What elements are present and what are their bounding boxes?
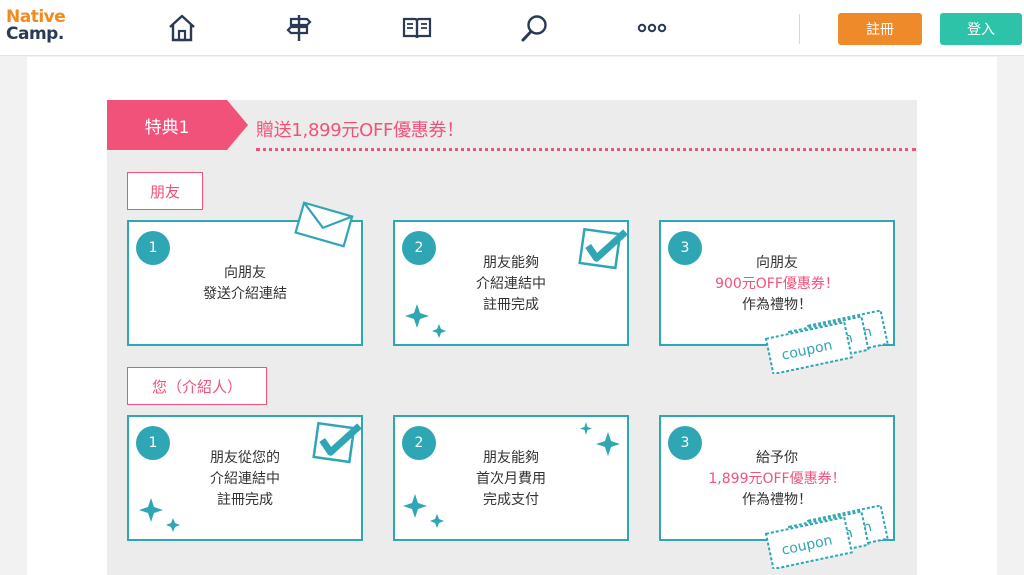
benefit-tag: 特典1 xyxy=(107,100,227,150)
checkbox-check-icon xyxy=(311,418,363,470)
step-text: 向朋友 900元OFF優惠券！ 作為禮物！ xyxy=(661,253,893,316)
sparkle-icon xyxy=(576,420,620,464)
step-text-line: 介紹連結中 xyxy=(476,276,546,292)
logo-line2: Camp. xyxy=(6,24,64,44)
header-divider xyxy=(799,14,800,44)
coupon-stack-icon: n n coupon xyxy=(760,504,896,573)
book-icon[interactable] xyxy=(400,11,434,45)
step-text-line: 首次月費用 xyxy=(476,471,546,487)
step-text-line: 向朋友 xyxy=(756,255,798,271)
headline-dotted-underline xyxy=(256,148,916,151)
sparkle-icon xyxy=(139,496,183,540)
step-text: 向朋友 發送介紹連結 xyxy=(129,263,361,305)
step-text-line: 給予你 xyxy=(756,450,798,466)
sparkle-icon xyxy=(405,302,449,346)
step-text-highlight: 1,899元OFF優惠券！ xyxy=(708,471,846,487)
more-icon[interactable] xyxy=(635,11,669,45)
step-text-highlight: 900元OFF優惠券！ xyxy=(715,276,839,292)
checkbox-check-icon xyxy=(577,224,629,276)
referrer-section-label: 您（介紹人） xyxy=(127,367,267,405)
friend-section-label: 朋友 xyxy=(127,172,203,210)
step-number: 1 xyxy=(136,231,170,265)
home-icon[interactable] xyxy=(165,11,199,45)
step-text-line: 介紹連結中 xyxy=(210,471,280,487)
step-text-line: 向朋友 xyxy=(224,265,266,281)
register-button[interactable]: 註冊 xyxy=(838,13,922,45)
signpost-icon[interactable] xyxy=(282,11,316,45)
step-text-line: 發送介紹連結 xyxy=(203,286,287,302)
search-icon[interactable] xyxy=(518,11,552,45)
top-header: Native Camp. 註冊 登入 xyxy=(0,0,1024,56)
benefit-tag-arrow xyxy=(227,100,248,150)
native-camp-logo[interactable]: Native Camp. xyxy=(6,9,66,44)
sparkle-icon xyxy=(403,492,447,536)
step-text: 給予你 1,899元OFF優惠券！ 作為禮物！ xyxy=(661,448,893,511)
benefit-headline: 贈送1,899元OFF優惠券！ xyxy=(256,120,464,141)
coupon-stack-icon: n n coupon xyxy=(760,309,896,378)
login-button[interactable]: 登入 xyxy=(940,13,1022,45)
envelope-icon xyxy=(293,200,355,252)
